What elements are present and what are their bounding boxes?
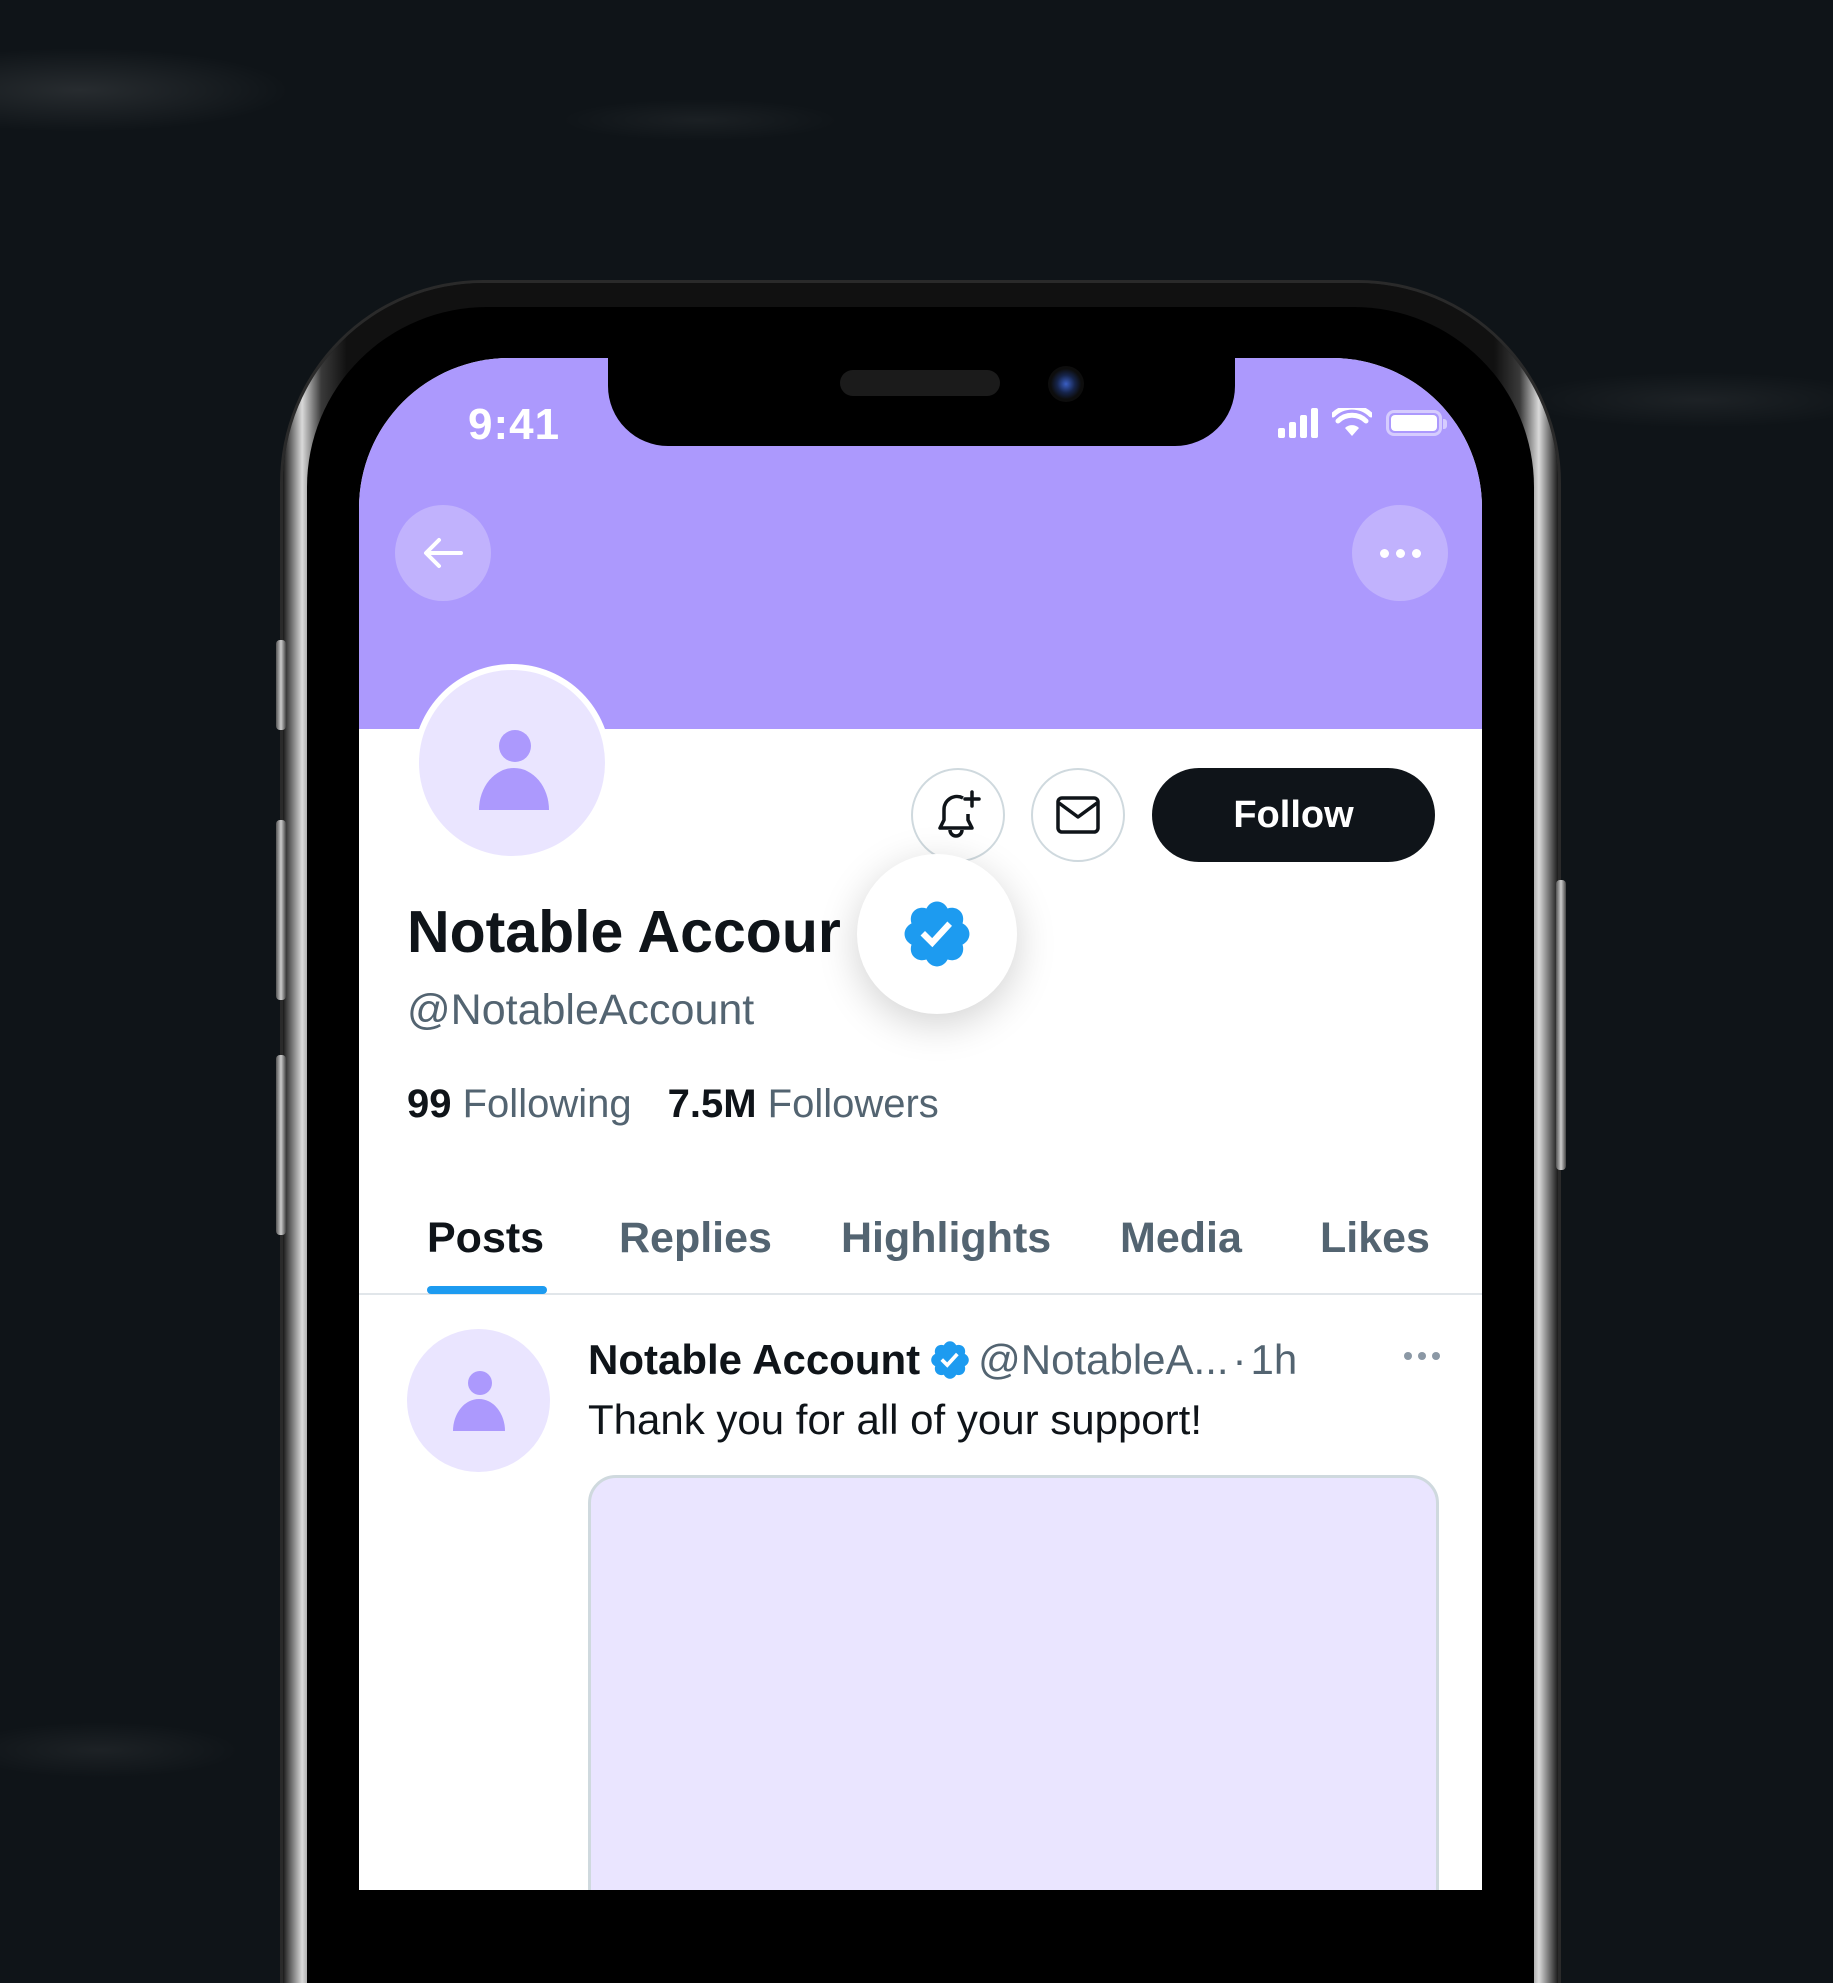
profile-avatar[interactable] (413, 664, 611, 862)
more-dot (1418, 1352, 1426, 1360)
followers-link[interactable]: 7.5M Followers (668, 1082, 939, 1126)
status-time: 9:41 (468, 400, 561, 449)
active-tab-indicator (427, 1286, 547, 1294)
following-count: 99 (407, 1082, 452, 1126)
post-avatar[interactable] (407, 1329, 550, 1472)
arrow-left-icon (424, 538, 463, 568)
more-options-button[interactable] (1352, 505, 1448, 601)
post-text: Thank you for all of your support! (588, 1396, 1202, 1443)
phone-power-button (1556, 880, 1566, 1170)
post-separator: · (1232, 1336, 1247, 1383)
post-header: Notable Account @NotableA... · 1h (588, 1336, 1297, 1384)
profile-handle: @NotableAccount (407, 986, 755, 1034)
more-dot (1404, 1352, 1412, 1360)
speaker-grille (840, 370, 1000, 396)
following-label: Following (462, 1082, 632, 1126)
bell-plus-icon (938, 790, 981, 838)
wifi-icon (1332, 408, 1372, 436)
notify-button[interactable] (911, 768, 1005, 862)
more-dot (1432, 1352, 1440, 1360)
tab-media[interactable]: Media (1120, 1214, 1242, 1263)
verified-badge-icon (904, 901, 970, 967)
more-horizontal-icon (1379, 548, 1421, 558)
person-icon (479, 730, 549, 810)
profile-display-name: Notable Accour (407, 899, 841, 965)
mail-icon (1056, 796, 1100, 834)
post-author-handle: @NotableA... (978, 1336, 1229, 1383)
verified-badge-icon (931, 1341, 969, 1379)
tab-posts[interactable]: Posts (427, 1214, 544, 1263)
followers-count: 7.5M (667, 1082, 757, 1126)
post-more-button[interactable] (1404, 1352, 1440, 1360)
post-author-name[interactable]: Notable Account (588, 1336, 920, 1384)
followers-label: Followers (767, 1082, 939, 1126)
cellular-signal-icon (1278, 408, 1318, 438)
following-link[interactable]: 99 Following (407, 1082, 632, 1126)
back-button[interactable] (395, 505, 491, 601)
tab-highlights[interactable]: Highlights (841, 1214, 1051, 1263)
verified-badge-popup[interactable] (857, 854, 1017, 1014)
profile-tabs: Posts Replies Highlights Media Likes (359, 1194, 1482, 1295)
post-media[interactable] (588, 1475, 1439, 1890)
profile-stats: 99 Following 7.5M Followers (407, 1082, 939, 1127)
battery-icon (1386, 410, 1447, 436)
follow-button[interactable]: Follow (1152, 768, 1435, 862)
status-icons (1278, 408, 1447, 438)
person-icon (453, 1371, 505, 1431)
phone-volume-down (276, 1055, 286, 1235)
phone-screen: 9:41 Follow Notable Accour @NotableAccou… (359, 358, 1482, 1890)
message-button[interactable] (1031, 768, 1125, 862)
front-camera (1048, 366, 1084, 402)
phone-mute-switch (276, 640, 286, 730)
phone-volume-up (276, 820, 286, 1000)
notch (608, 358, 1235, 446)
post-time[interactable]: 1h (1251, 1336, 1298, 1384)
tab-replies[interactable]: Replies (619, 1214, 772, 1263)
tab-likes[interactable]: Likes (1320, 1214, 1430, 1263)
